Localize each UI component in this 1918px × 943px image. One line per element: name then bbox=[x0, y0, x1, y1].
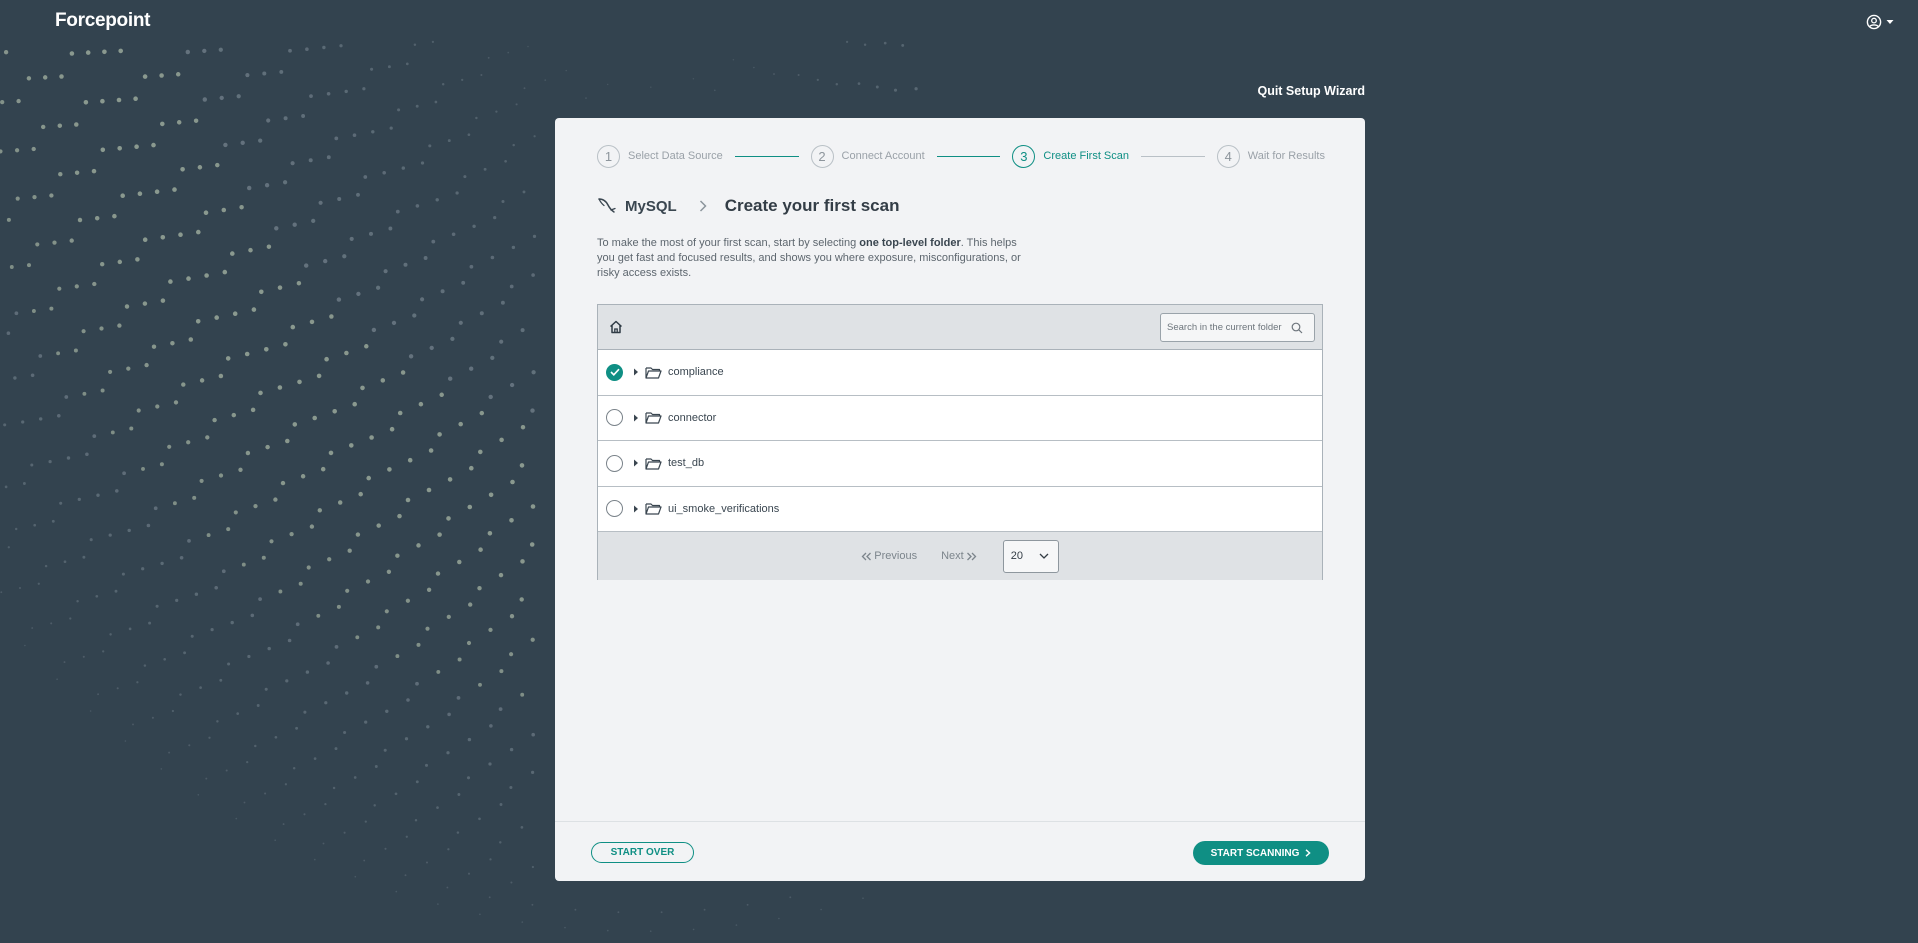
setup-wizard-panel: 1 Select Data Source 2 Connect Account 3… bbox=[555, 118, 1365, 881]
chevron-right-icon bbox=[1305, 849, 1311, 857]
mysql-dolphin-icon bbox=[598, 198, 616, 213]
page-heading: MySQL Create your first scan bbox=[597, 196, 899, 216]
intro-emphasis: one top-level folder bbox=[859, 237, 961, 249]
step-label: Select Data Source bbox=[628, 150, 723, 162]
folder-radio[interactable] bbox=[606, 409, 623, 427]
folder-radio[interactable] bbox=[606, 454, 623, 472]
folder-row[interactable]: connector bbox=[598, 396, 1322, 441]
step-connector bbox=[1141, 155, 1205, 157]
caret-right-icon[interactable] bbox=[633, 505, 639, 513]
step-connect-account: 2 Connect Account bbox=[810, 144, 925, 168]
folder-row[interactable]: compliance bbox=[598, 350, 1322, 396]
user-menu[interactable] bbox=[1866, 14, 1894, 30]
folder-browser-toolbar bbox=[598, 305, 1322, 350]
caret-right-icon[interactable] bbox=[633, 414, 639, 422]
wizard-footer: START OVER START SCANNING bbox=[555, 821, 1365, 881]
caret-right-icon[interactable] bbox=[633, 368, 639, 376]
page-size-value: 20 bbox=[1010, 550, 1023, 562]
step-number: 2 bbox=[810, 144, 834, 168]
chevron-down-icon bbox=[1886, 20, 1894, 24]
start-over-button[interactable]: START OVER bbox=[591, 842, 694, 863]
double-chevron-right-icon bbox=[966, 552, 977, 560]
folder-open-icon bbox=[645, 502, 662, 515]
folder-browser: compliance connector test_db ui_smoke_ve… bbox=[597, 304, 1323, 580]
step-number: 3 bbox=[1012, 144, 1036, 168]
folder-radio[interactable] bbox=[606, 500, 623, 518]
home-icon[interactable] bbox=[608, 319, 624, 340]
next-page-button[interactable]: Next bbox=[941, 550, 977, 562]
folder-row[interactable]: test_db bbox=[598, 441, 1322, 487]
step-number: 4 bbox=[1216, 144, 1240, 168]
step-label: Wait for Results bbox=[1247, 150, 1325, 162]
intro-text-part: To make the most of your first scan, sta… bbox=[597, 237, 860, 249]
folder-radio-checked[interactable] bbox=[606, 363, 623, 381]
step-wait-for-results: 4 Wait for Results bbox=[1216, 144, 1325, 168]
pagination: Previous Next 20 bbox=[598, 532, 1322, 580]
caret-right-icon[interactable] bbox=[633, 459, 639, 467]
folder-search-input[interactable] bbox=[1161, 322, 1289, 333]
search-icon[interactable] bbox=[1291, 322, 1303, 334]
step-select-data-source: 1 Select Data Source bbox=[597, 144, 723, 168]
top-bar: Forcepoint bbox=[0, 0, 1918, 44]
step-label: Connect Account bbox=[841, 150, 925, 162]
step-label: Create First Scan bbox=[1043, 150, 1130, 162]
step-connector bbox=[734, 155, 799, 157]
folder-name: test_db bbox=[668, 457, 705, 470]
user-circle-icon bbox=[1866, 14, 1882, 30]
check-icon bbox=[609, 368, 620, 377]
folder-name: compliance bbox=[668, 366, 724, 379]
step-connector bbox=[936, 155, 1001, 157]
folder-list: compliance connector test_db ui_smoke_ve… bbox=[598, 350, 1322, 532]
page-size-select[interactable]: 20 bbox=[1002, 539, 1059, 573]
page-title: Create your first scan bbox=[724, 196, 900, 215]
folder-row[interactable]: ui_smoke_verifications bbox=[598, 487, 1322, 532]
previous-label: Previous bbox=[874, 550, 918, 562]
double-chevron-left-icon bbox=[861, 552, 872, 560]
step-create-first-scan: 3 Create First Scan bbox=[1012, 144, 1130, 168]
previous-page-button[interactable]: Previous bbox=[861, 550, 917, 562]
wizard-stepper: 1 Select Data Source 2 Connect Account 3… bbox=[597, 144, 1325, 168]
quit-setup-wizard-link[interactable]: Quit Setup Wizard bbox=[1200, 84, 1365, 98]
data-source-name: MySQL bbox=[625, 197, 677, 215]
step-number: 1 bbox=[597, 144, 620, 168]
folder-name: ui_smoke_verifications bbox=[668, 502, 780, 515]
folder-name: connector bbox=[668, 411, 717, 424]
next-label: Next bbox=[941, 550, 964, 562]
intro-text: To make the most of your first scan, sta… bbox=[597, 236, 1037, 281]
folder-search bbox=[1160, 313, 1315, 342]
forcepoint-logo: Forcepoint bbox=[55, 10, 151, 31]
start-scanning-button[interactable]: START SCANNING bbox=[1193, 841, 1329, 865]
folder-open-icon bbox=[645, 411, 662, 424]
chevron-right-icon bbox=[699, 200, 707, 212]
folder-open-icon bbox=[645, 366, 662, 379]
folder-open-icon bbox=[645, 457, 662, 470]
chevron-down-icon bbox=[1039, 553, 1049, 559]
start-scanning-label: START SCANNING bbox=[1210, 847, 1300, 859]
